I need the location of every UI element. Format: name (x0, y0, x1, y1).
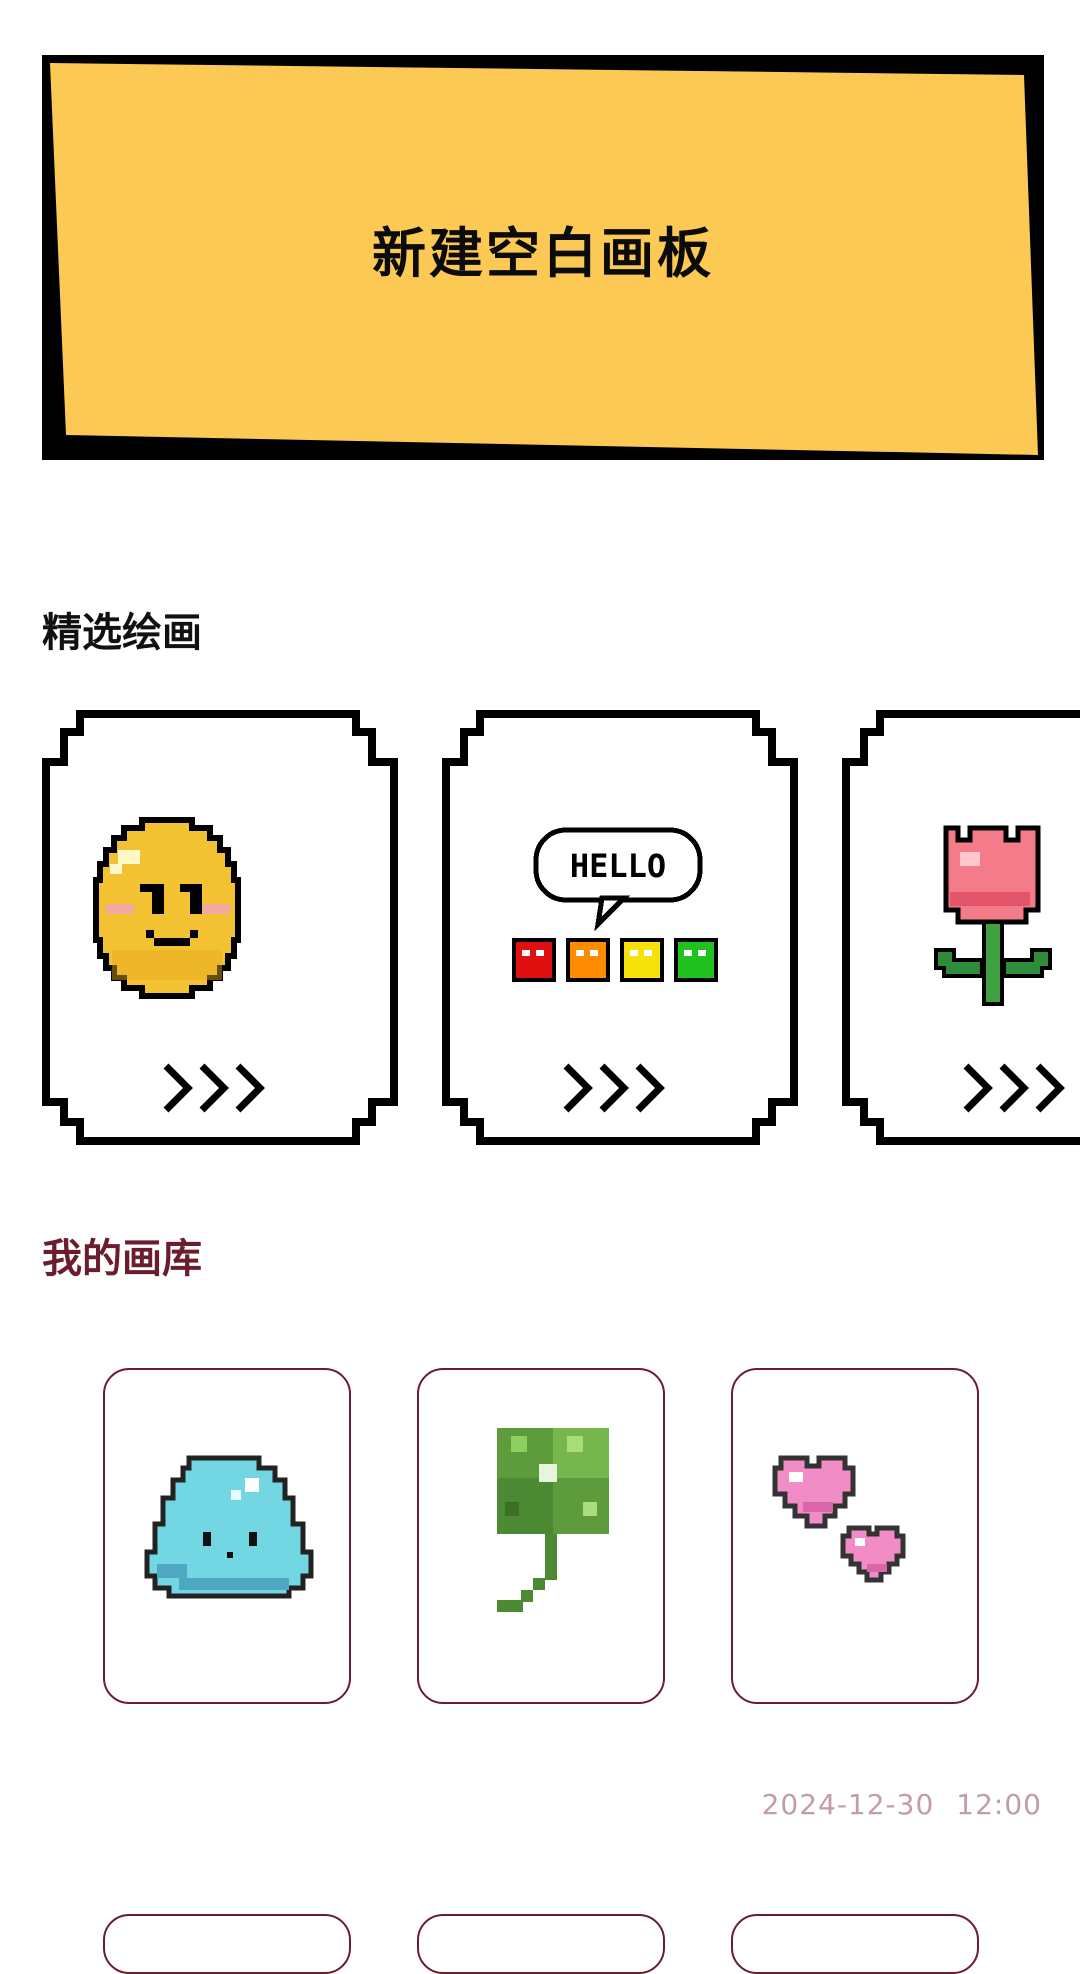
four-leaf-clover-art (497, 1428, 609, 1612)
gallery-item-hearts[interactable] (731, 1368, 979, 1704)
triple-chevron-right-icon (963, 1063, 1065, 1113)
two-pink-hearts-art (772, 1455, 906, 1583)
featured-card-tulip[interactable] (842, 710, 1080, 1145)
gallery-item-clover[interactable] (417, 1368, 665, 1704)
gallery-time: 12:00 (956, 1788, 1042, 1821)
gallery-section-title: 我的画库 (42, 1236, 202, 1282)
gallery-item-slime[interactable] (103, 1368, 351, 1704)
hello-bubble-text: HELLO (570, 847, 666, 885)
featured-card-hello[interactable]: HELLO (442, 710, 798, 1145)
triple-chevron-right-icon (163, 1063, 265, 1113)
gallery-item-partial[interactable] (731, 1914, 979, 1974)
triple-chevron-right-icon (563, 1063, 665, 1113)
gallery-item-partial[interactable] (103, 1914, 351, 1974)
featured-section-title: 精选绘画 (42, 610, 202, 656)
blue-slime-art (144, 1455, 314, 1599)
pink-tulip-art (934, 825, 1052, 1006)
new-canvas-label: 新建空白画板 (372, 222, 714, 285)
featured-list[interactable]: HELLO (0, 710, 1080, 1145)
gallery-item-partial[interactable] (417, 1914, 665, 1974)
featured-card-smiley[interactable] (42, 710, 398, 1145)
gallery-date: 2024-12-30 (761, 1788, 935, 1821)
hello-bubble-art: HELLO (512, 827, 718, 982)
new-blank-canvas-button[interactable]: 新建空白画板 (42, 55, 1044, 460)
smiley-face-art (93, 817, 241, 999)
gallery-timestamp: 2024-12-30 12:00 (762, 1788, 1042, 1821)
